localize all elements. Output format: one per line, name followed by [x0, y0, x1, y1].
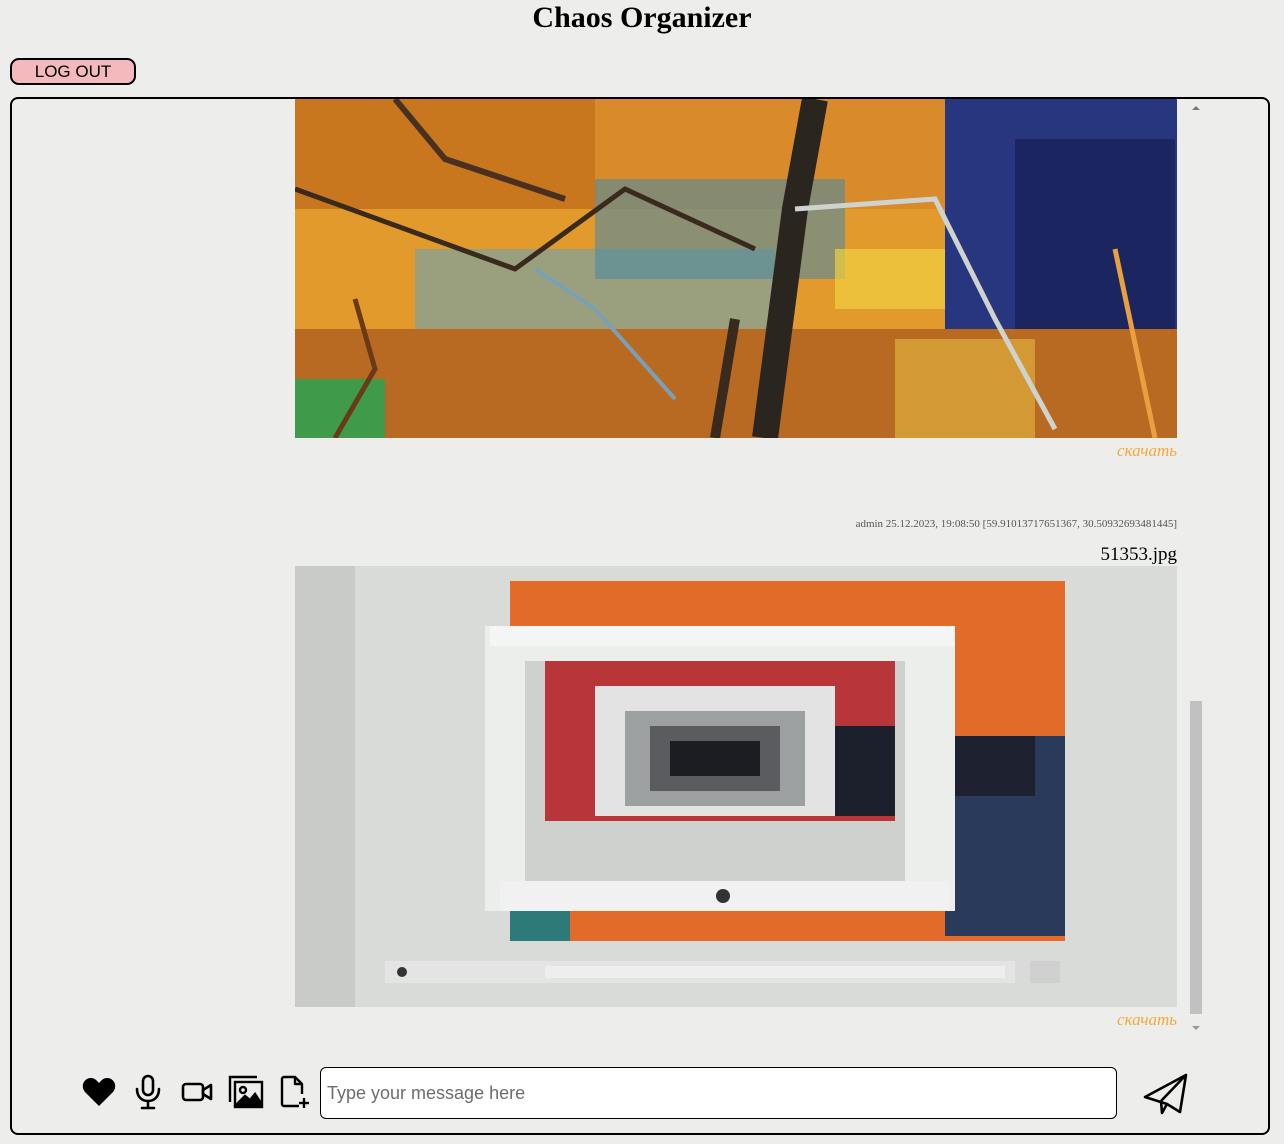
- image-icon[interactable]: [226, 1072, 266, 1112]
- logout-button[interactable]: LOG OUT: [10, 58, 136, 85]
- message-list-scrollbar[interactable]: [1188, 99, 1206, 1034]
- photo-image: [295, 566, 1177, 1007]
- paper-plane-icon: [1143, 1073, 1188, 1115]
- chat-panel: скачать admin 25.12.2023, 19:08:50 [59.9…: [10, 97, 1270, 1135]
- download-link[interactable]: скачать: [1117, 441, 1177, 461]
- microphone-icon[interactable]: [128, 1072, 168, 1112]
- message-image-painting[interactable]: [295, 99, 1177, 438]
- message-image-photo[interactable]: [295, 566, 1177, 1007]
- heart-icon[interactable]: [79, 1072, 119, 1112]
- scrollbar-thumb[interactable]: [1190, 701, 1202, 1014]
- scroll-up-arrow-icon[interactable]: [1192, 106, 1200, 110]
- send-button[interactable]: [1140, 1069, 1192, 1119]
- message-meta: admin 25.12.2023, 19:08:50 [59.910137176…: [855, 518, 1177, 530]
- page-title: Chaos Organizer: [532, 1, 752, 34]
- scroll-down-arrow-icon[interactable]: [1192, 1026, 1200, 1030]
- message-list[interactable]: скачать admin 25.12.2023, 19:08:50 [59.9…: [12, 99, 1268, 1034]
- message-input[interactable]: [320, 1067, 1117, 1119]
- painting-image: [295, 99, 1177, 438]
- message-filename: 51353.jpg: [1100, 544, 1177, 565]
- download-link[interactable]: скачать: [1117, 1010, 1177, 1030]
- file-add-icon[interactable]: [275, 1072, 315, 1112]
- video-camera-icon[interactable]: [177, 1072, 217, 1112]
